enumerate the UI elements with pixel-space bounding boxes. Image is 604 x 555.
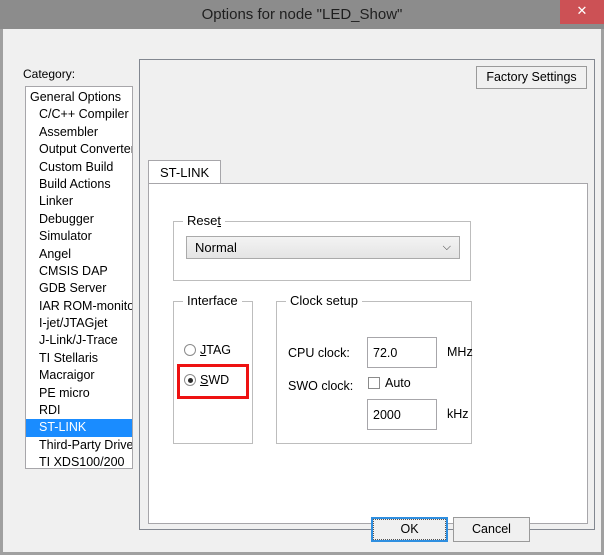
clock-setup-groupbox: Clock setup CPU clock: 72.0 MHz SWO cloc…	[276, 293, 473, 444]
radio-swd[interactable]: SWD	[184, 373, 229, 387]
category-item[interactable]: Simulator	[26, 228, 132, 245]
cpu-clock-unit: MHz	[447, 345, 473, 359]
close-icon[interactable]: ✕	[560, 0, 604, 24]
category-item[interactable]: Assembler	[26, 124, 132, 141]
title-bar: Options for node "LED_Show" ✕	[0, 0, 604, 29]
swo-auto-checkbox[interactable]: Auto	[368, 376, 411, 390]
swo-auto-label: Auto	[385, 376, 411, 390]
settings-panel: Factory Settings ST-LINK Reset Normal ⌵ …	[139, 59, 595, 530]
cpu-clock-label: CPU clock:	[288, 346, 350, 360]
category-item[interactable]: C/C++ Compiler	[26, 106, 132, 123]
category-item[interactable]: GDB Server	[26, 280, 132, 297]
category-item[interactable]: Custom Build	[26, 159, 132, 176]
cancel-button[interactable]: Cancel	[453, 517, 530, 542]
category-item[interactable]: TI Stellaris	[26, 350, 132, 367]
options-dialog: Options for node "LED_Show" ✕ Category: …	[0, 0, 604, 555]
reset-title-text: Rese	[187, 213, 218, 228]
reset-groupbox: Reset Normal ⌵	[173, 213, 471, 281]
swo-clock-unit: kHz	[447, 407, 469, 421]
category-item[interactable]: PE micro	[26, 385, 132, 402]
tab-stlink[interactable]: ST-LINK	[148, 160, 222, 184]
reset-dropdown[interactable]: Normal ⌵	[186, 236, 460, 259]
category-item[interactable]: Build Actions	[26, 176, 132, 193]
reset-groupbox-title: Reset	[183, 213, 225, 228]
clock-setup-groupbox-title: Clock setup	[286, 293, 362, 308]
window-title: Options for node "LED_Show"	[201, 6, 403, 23]
category-item[interactable]: J-Link/J-Trace	[26, 332, 132, 349]
category-item[interactable]: ST-LINK	[26, 419, 132, 437]
swo-auto-checkbox-indicator	[368, 377, 380, 389]
radio-jtag[interactable]: JTAG	[184, 343, 231, 357]
radio-jtag-indicator	[184, 344, 196, 356]
cpu-clock-input[interactable]: 72.0	[367, 337, 437, 368]
category-label: Category:	[23, 67, 76, 81]
radio-jtag-label: TAG	[206, 343, 232, 357]
swo-clock-label: SWO clock:	[288, 379, 354, 393]
ok-button[interactable]: OK	[371, 517, 448, 542]
category-item[interactable]: Angel	[26, 246, 132, 263]
interface-groupbox: Interface JTAG SWD	[173, 293, 253, 444]
category-item[interactable]: CMSIS DAP	[26, 263, 132, 280]
swo-clock-input[interactable]: 2000	[367, 399, 437, 430]
category-item[interactable]: Output Converter	[26, 141, 132, 158]
category-item[interactable]: General Options	[26, 89, 132, 106]
category-item[interactable]: RDI	[26, 402, 132, 419]
reset-title-accel: t	[217, 213, 221, 228]
ok-button-label: OK	[373, 519, 446, 540]
factory-settings-button[interactable]: Factory Settings	[476, 66, 587, 89]
category-item[interactable]: IAR ROM-monitor	[26, 298, 132, 315]
radio-swd-indicator	[184, 374, 196, 386]
reset-dropdown-value: Normal	[195, 240, 237, 255]
category-item[interactable]: Linker	[26, 193, 132, 210]
interface-groupbox-title: Interface	[183, 293, 242, 308]
category-list[interactable]: General Options C/C++ Compiler Assembler Ou…	[25, 86, 133, 469]
category-item[interactable]: I-jet/JTAGjet	[26, 315, 132, 332]
radio-swd-label: WD	[208, 373, 230, 387]
category-item[interactable]: Macraigor	[26, 367, 132, 384]
category-item[interactable]: Third-Party Driver	[26, 437, 132, 454]
tab-strip: ST-LINK	[148, 160, 588, 184]
dialog-client-area: Category: General Options C/C++ Compiler A…	[0, 29, 604, 555]
category-item[interactable]: Debugger	[26, 211, 132, 228]
category-item[interactable]: TI XDS100/200	[26, 454, 132, 468]
tab-panel-stlink: Reset Normal ⌵ Interface JTAG SWD Clock …	[148, 183, 588, 524]
chevron-down-icon: ⌵	[442, 241, 451, 253]
